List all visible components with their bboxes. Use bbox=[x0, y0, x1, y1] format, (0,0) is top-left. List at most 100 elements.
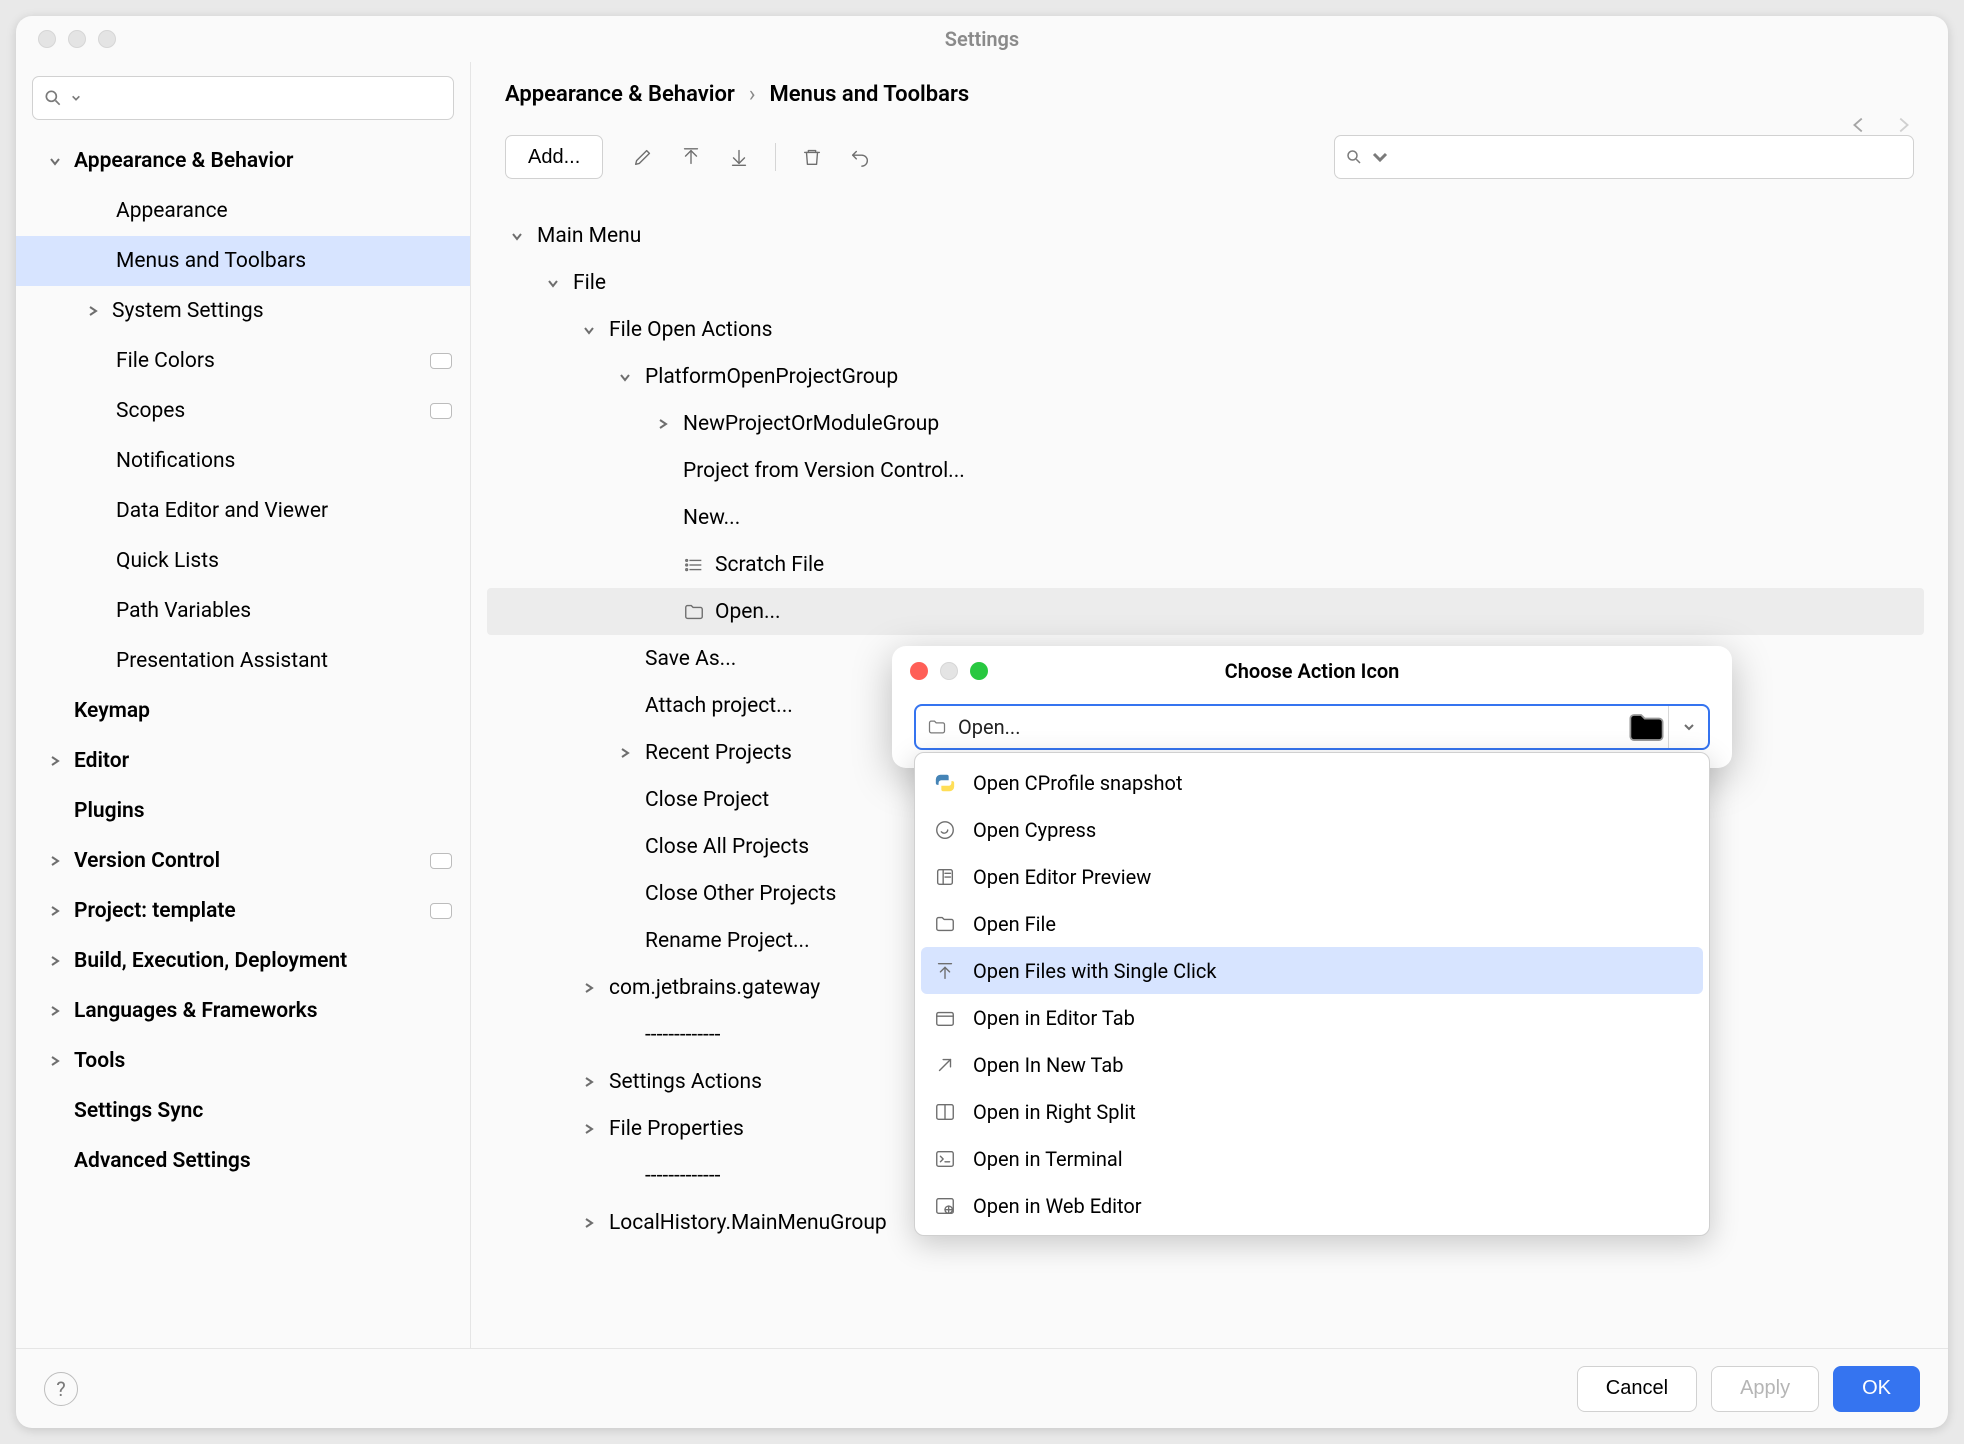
menu-item[interactable]: Scratch File bbox=[487, 541, 1924, 588]
dropdown-option-label: Open Files with Single Click bbox=[973, 959, 1216, 983]
sidebar-item-project-template[interactable]: Project: template bbox=[16, 886, 470, 936]
nav-forward-icon[interactable] bbox=[1892, 114, 1914, 136]
nav-back-icon[interactable] bbox=[1848, 114, 1870, 136]
action-search-value: Open... bbox=[958, 715, 1624, 739]
menu-item-label: Open... bbox=[715, 600, 781, 624]
sidebar-item-label: Keymap bbox=[74, 699, 470, 723]
dropdown-option[interactable]: Open in Terminal bbox=[921, 1135, 1703, 1182]
sidebar-item-keymap[interactable]: Keymap bbox=[16, 686, 470, 736]
edit-icon[interactable] bbox=[621, 135, 665, 179]
singleclick-icon bbox=[933, 959, 957, 983]
project-badge-icon bbox=[430, 853, 452, 869]
search-icon bbox=[1345, 148, 1363, 166]
sidebar-item-languages-frameworks[interactable]: Languages & Frameworks bbox=[16, 986, 470, 1036]
sidebar-item-label: System Settings bbox=[112, 299, 470, 323]
sidebar-item-label: File Colors bbox=[116, 349, 430, 373]
sidebar-item-version-control[interactable]: Version Control bbox=[16, 836, 470, 886]
menu-item-label: File Properties bbox=[609, 1117, 744, 1141]
dropdown-option-label: Open in Right Split bbox=[973, 1100, 1136, 1124]
sidebar-item-presentation-assistant[interactable]: Presentation Assistant bbox=[16, 636, 470, 686]
dropdown-option[interactable]: Open in Right Split bbox=[921, 1088, 1703, 1135]
sidebar-item-path-variables[interactable]: Path Variables bbox=[16, 586, 470, 636]
sidebar-item-label: Presentation Assistant bbox=[116, 649, 470, 673]
menu-item-label: Main Menu bbox=[537, 224, 641, 248]
dropdown-option-label: Open Cypress bbox=[973, 818, 1096, 842]
dropdown-option-label: Open in Terminal bbox=[973, 1147, 1123, 1171]
search-icon bbox=[43, 88, 63, 108]
python-icon bbox=[933, 771, 957, 795]
undo-icon[interactable] bbox=[838, 135, 882, 179]
dropdown-option[interactable]: Open Cypress bbox=[921, 806, 1703, 853]
sidebar-item-label: Appearance & Behavior bbox=[74, 149, 470, 173]
dropdown-option[interactable]: Open in Editor Tab bbox=[921, 994, 1703, 1041]
menu-item[interactable]: New... bbox=[487, 494, 1924, 541]
sidebar-item-appearance-behavior[interactable]: Appearance & Behavior bbox=[16, 136, 470, 186]
settings-footer: ? Cancel Apply OK bbox=[16, 1348, 1948, 1428]
menu-item-label: LocalHistory.MainMenuGroup bbox=[609, 1211, 887, 1235]
sidebar-item-settings-sync[interactable]: Settings Sync bbox=[16, 1086, 470, 1136]
menu-item-label: Close Other Projects bbox=[645, 882, 836, 906]
sidebar-item-editor[interactable]: Editor bbox=[16, 736, 470, 786]
menu-item-label: Attach project... bbox=[645, 694, 793, 718]
cancel-button[interactable]: Cancel bbox=[1577, 1366, 1697, 1412]
sidebar-item-advanced-settings[interactable]: Advanced Settings bbox=[16, 1136, 470, 1186]
dropdown-option[interactable]: Open in Web Editor bbox=[921, 1182, 1703, 1229]
menu-item[interactable]: Open... bbox=[487, 588, 1924, 635]
menu-item-label: Scratch File bbox=[715, 553, 824, 577]
menu-item-label: Close All Projects bbox=[645, 835, 809, 859]
sidebar-item-scopes[interactable]: Scopes bbox=[16, 386, 470, 436]
menu-item[interactable]: PlatformOpenProjectGroup bbox=[487, 353, 1924, 400]
sidebar-item-menus-and-toolbars[interactable]: Menus and Toolbars bbox=[16, 236, 470, 286]
settings-tree: Appearance & Behavior Appearance Menus and… bbox=[16, 134, 470, 1342]
menu-item[interactable]: File Open Actions bbox=[487, 306, 1924, 353]
toolbar-search-input[interactable] bbox=[1334, 135, 1914, 179]
menu-item[interactable]: Project from Version Control... bbox=[487, 447, 1924, 494]
sidebar-item-label: Version Control bbox=[74, 849, 430, 873]
delete-icon[interactable] bbox=[790, 135, 834, 179]
add-button[interactable]: Add... bbox=[505, 135, 603, 179]
menu-item-label: NewProjectOrModuleGroup bbox=[683, 412, 939, 436]
sidebar-item-quick-lists[interactable]: Quick Lists bbox=[16, 536, 470, 586]
sidebar-item-plugins[interactable]: Plugins bbox=[16, 786, 470, 836]
menu-item-label: ------------- bbox=[645, 1164, 720, 1188]
sidebar-item-appearance[interactable]: Appearance bbox=[16, 186, 470, 236]
menu-item[interactable]: NewProjectOrModuleGroup bbox=[487, 400, 1924, 447]
sidebar-item-build-execution-deployment[interactable]: Build, Execution, Deployment bbox=[16, 936, 470, 986]
sidebar-item-tools[interactable]: Tools bbox=[16, 1036, 470, 1086]
menu-item[interactable]: Main Menu bbox=[487, 212, 1924, 259]
action-search-input[interactable]: Open... bbox=[914, 704, 1710, 750]
dropdown-option[interactable]: Open File bbox=[921, 900, 1703, 947]
folder-icon bbox=[1624, 706, 1668, 749]
sidebar-item-label: Appearance bbox=[116, 199, 470, 223]
dropdown-option[interactable]: Open CProfile snapshot bbox=[921, 759, 1703, 806]
dropdown-toggle[interactable] bbox=[1668, 706, 1708, 748]
newtab-icon bbox=[933, 1053, 957, 1077]
menu-item-label: Settings Actions bbox=[609, 1070, 762, 1094]
dropdown-option[interactable]: Open Editor Preview bbox=[921, 853, 1703, 900]
menu-item-label: Close Project bbox=[645, 788, 769, 812]
move-down-icon[interactable] bbox=[717, 135, 761, 179]
sidebar-item-file-colors[interactable]: File Colors bbox=[16, 336, 470, 386]
menu-item[interactable]: File bbox=[487, 259, 1924, 306]
sidebar-item-data-editor-and-viewer[interactable]: Data Editor and Viewer bbox=[16, 486, 470, 536]
help-button[interactable]: ? bbox=[44, 1372, 78, 1406]
settings-search-input[interactable] bbox=[32, 76, 454, 120]
settings-window: Settings Appearance & BehaviorAppearance… bbox=[16, 16, 1948, 1428]
menu-item-label: File Open Actions bbox=[609, 318, 772, 342]
menus-toolbar: Add... bbox=[471, 107, 1948, 197]
split-icon bbox=[933, 1100, 957, 1124]
popup-titlebar: Choose Action Icon bbox=[892, 646, 1732, 696]
dropdown-option[interactable]: Open In New Tab bbox=[921, 1041, 1703, 1088]
sidebar-item-notifications[interactable]: Notifications bbox=[16, 436, 470, 486]
dropdown-option[interactable]: Open Files with Single Click bbox=[921, 947, 1703, 994]
sidebar-item-label: Plugins bbox=[74, 799, 470, 823]
apply-button[interactable]: Apply bbox=[1711, 1366, 1819, 1412]
breadcrumb-root[interactable]: Appearance & Behavior bbox=[505, 82, 735, 107]
sidebar-item-label: Project: template bbox=[74, 899, 430, 923]
dropdown-option-label: Open in Web Editor bbox=[973, 1194, 1142, 1218]
tab-icon bbox=[933, 1006, 957, 1030]
move-up-icon[interactable] bbox=[669, 135, 713, 179]
ok-button[interactable]: OK bbox=[1833, 1366, 1920, 1412]
sidebar-item-label: Build, Execution, Deployment bbox=[74, 949, 470, 973]
sidebar-item-system-settings[interactable]: System Settings bbox=[16, 286, 470, 336]
